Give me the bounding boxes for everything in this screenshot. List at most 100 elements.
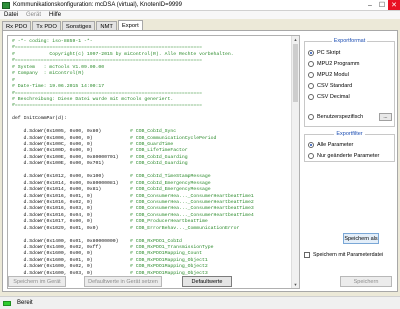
code-statement: d.SdoWr(0x100E, 0x00, 0x80000701) xyxy=(12,154,131,160)
code-statement: d.SdoWr(0x1600, 0x01, 0) xyxy=(12,257,131,263)
radio-circle[interactable] xyxy=(308,83,314,89)
code-comment: # COB_RxPDO1_CobId xyxy=(130,238,182,244)
menu-bar: Datei Gerät Hilfe xyxy=(0,11,400,19)
save-as-button[interactable]: Speichern als xyxy=(343,233,379,244)
code-statement: d.SdoWr(0x100C, 0x00, 0) xyxy=(12,142,131,147)
radio-label: MPU2 Programm xyxy=(317,61,360,67)
code-view[interactable]: # -*- coding: iso-8859-1 -*- #===========… xyxy=(7,35,300,289)
window-title: Kommunikationskonfiguration: mcDSA (virt… xyxy=(13,2,182,8)
code-statement: d.SdoWr(0x1014, 0x00, 0x80000081) xyxy=(12,180,131,186)
code-statement: d.SdoWr(0x1014, 0x00, 0x81) xyxy=(12,187,131,193)
export-filter-group: Exportfilter Alle Parameter Nur geändert… xyxy=(304,131,395,162)
code-statement: d.SdoWr(0x1017, 0x00, 0) xyxy=(12,219,131,225)
code-comment: # COB_RxPDO1Mapping_Object3 xyxy=(130,270,208,276)
code-comment: # COB_ConsumerHea..._ConsumerHeartbeatTi… xyxy=(130,199,254,205)
radio-label: MPU2 Modul xyxy=(317,72,349,78)
code-statement: d.SdoWr(0x1600, 0x00, 0) xyxy=(12,251,131,257)
status-text: Bereit xyxy=(17,300,33,306)
radio-circle[interactable] xyxy=(308,50,314,56)
save-with-metadata-checkbox[interactable]: Speichern mit Parameterdatei xyxy=(304,252,383,258)
code-comment: # COB_CobId_Guarding xyxy=(130,154,188,160)
radio-label: Benutzerspezifisch xyxy=(317,114,364,120)
minimize-icon[interactable]: – xyxy=(364,0,376,10)
code-statement: d.SdoWr(0x100D, 0x00, 0) xyxy=(12,148,131,154)
scroll-up-icon[interactable]: ▲ xyxy=(292,36,299,43)
radio-mpu2-programm[interactable]: MPU2 Programm xyxy=(308,61,359,67)
code-statement: d.SdoWr(0x1016, 0x02, 0) xyxy=(12,199,131,205)
code-comment: # COB_CommunicationCyclePeriod xyxy=(130,135,217,141)
code-content: # -*- coding: iso-8859-1 -*- #===========… xyxy=(12,39,291,277)
code-statement: d.SdoWr(0x1006, 0x00, 0) xyxy=(12,135,131,141)
code-comment: # COB_ConsumerHea..._ConsumerHeartbeatTi… xyxy=(130,206,254,212)
status-led-icon xyxy=(3,300,11,306)
code-scrollbar[interactable]: ▲ ▼ xyxy=(291,36,299,288)
code-statement: d.SdoWr(0x1600, 0x03, 0) xyxy=(12,270,131,276)
code-comment: # COB_RxPDO1Mapping_Object1 xyxy=(130,257,208,263)
code-statement: d.SdoWr(0x1600, 0x02, 0) xyxy=(12,264,131,270)
code-comment: # COB_CobId_Guarding xyxy=(130,161,188,167)
radio-circle[interactable] xyxy=(308,94,314,100)
checkbox-label: Speichern mit Parameterdatei xyxy=(313,252,384,258)
window-controls: – ☐ ✕ xyxy=(364,0,400,10)
save-button[interactable]: Speichern xyxy=(340,276,392,287)
code-statement: d.SdoWr(0x1012, 0x00, 0x100) xyxy=(12,174,131,180)
code-comment: # COB_ConsumerHea..._ConsumerHeartbeatTi… xyxy=(130,193,254,199)
radio-circle[interactable] xyxy=(308,142,314,148)
code-comment: # COB_ConsumerHea..._ConsumerHeartbeatTi… xyxy=(130,212,254,218)
code-comment: # COB_RxPDO1Mapping_Count xyxy=(130,251,202,257)
code-statement: d.SdoWr(0x1016, 0x03, 0) xyxy=(12,206,131,212)
menu-datei[interactable]: Datei xyxy=(0,12,22,18)
radio-nur-geaenderte[interactable]: Nur geänderte Parameter xyxy=(308,153,379,159)
defaults-button[interactable]: Defaultwerte xyxy=(182,276,232,287)
code-comment: # COB_ErrorBehav..._CommunicationError xyxy=(130,225,240,231)
close-icon[interactable]: ✕ xyxy=(388,0,400,10)
maximize-icon[interactable]: ☐ xyxy=(376,0,388,10)
export-filter-title: Exportfilter xyxy=(334,131,365,137)
status-bar: Bereit xyxy=(0,296,400,309)
defaults-in-device-button[interactable]: Defaultwerte in Gerät setzen xyxy=(84,276,162,287)
code-comment: # COB_LifeTimeFactor xyxy=(130,148,188,154)
code-statement: d.SdoWr(0x1029, 0x01, 0x0) xyxy=(12,225,131,231)
code-statement: d.SdoWr(0x100E, 0x00, 0x701) xyxy=(12,161,131,167)
scroll-thumb[interactable] xyxy=(293,44,298,102)
radio-benutzerspezifisch[interactable]: Benutzerspezifisch xyxy=(308,114,363,120)
code-comment: # COB_ProducerHeartbeatTime xyxy=(130,219,208,225)
code-comment: # COB_CobId_EmergencyMessage xyxy=(130,180,211,186)
radio-circle[interactable] xyxy=(308,72,314,78)
menu-geraet[interactable]: Gerät xyxy=(22,12,45,18)
checkbox-box[interactable] xyxy=(304,252,310,258)
radio-label: PC Skript xyxy=(317,50,341,56)
code-comment: # COB_CobId_Sync xyxy=(130,129,177,135)
code-comment: # COB_RxPDO1_TransmissionType xyxy=(130,245,214,250)
export-format-title: Exportformat xyxy=(331,38,368,44)
radio-pc-skript[interactable]: PC Skript xyxy=(308,50,340,56)
menu-hilfe[interactable]: Hilfe xyxy=(45,12,65,18)
app-icon xyxy=(2,1,10,9)
save-in-device-button[interactable]: Speichern im Gerät xyxy=(8,276,66,287)
code-statement: d.SdoWr(0x1400, 0x01, 0x80000000) xyxy=(12,238,131,244)
radio-label: CSV Standard xyxy=(317,83,353,89)
export-format-group: Exportformat PC Skript MPU2 Programm MPU… xyxy=(304,38,395,127)
code-comment: # COB_CobId_EmergencyMessage xyxy=(130,187,211,193)
tab-strip: Rx PDO Tx PDO Sonstiges NMT Export xyxy=(2,20,144,31)
radio-alle-parameter[interactable]: Alle Parameter xyxy=(308,142,353,148)
app-window: Kommunikationskonfiguration: mcDSA (virt… xyxy=(0,0,400,309)
code-comment: # COB_RxPDO1Mapping_Object2 xyxy=(130,264,208,270)
code-statement: d.SdoWr(0x1400, 0x02, 0xff) xyxy=(12,245,131,250)
radio-circle[interactable] xyxy=(308,153,314,159)
title-bar: Kommunikationskonfiguration: mcDSA (virt… xyxy=(0,0,400,11)
radio-csv-decimal[interactable]: CSV Decimal xyxy=(308,94,350,100)
radio-label: CSV Decimal xyxy=(317,94,350,100)
action-bar: Speichern im Gerät Defaultwerte in Gerät… xyxy=(0,276,400,289)
custom-format-button[interactable]: ... xyxy=(379,113,392,121)
code-comment: # COB_CobId_TimeStampMessage xyxy=(130,174,211,180)
radio-circle[interactable] xyxy=(308,61,314,67)
code-comment: # COB_GuardTime xyxy=(130,142,174,147)
code-statement: d.SdoWr(0x1005, 0x00, 0x80) xyxy=(12,129,131,135)
radio-mpu2-modul[interactable]: MPU2 Modul xyxy=(308,72,349,78)
code-statement: d.SdoWr(0x1016, 0x04, 0) xyxy=(12,212,131,218)
code-statement: d.SdoWr(0x1016, 0x01, 0) xyxy=(12,193,131,199)
radio-label: Alle Parameter xyxy=(317,142,354,148)
radio-csv-standard[interactable]: CSV Standard xyxy=(308,83,352,89)
radio-circle[interactable] xyxy=(308,114,314,120)
